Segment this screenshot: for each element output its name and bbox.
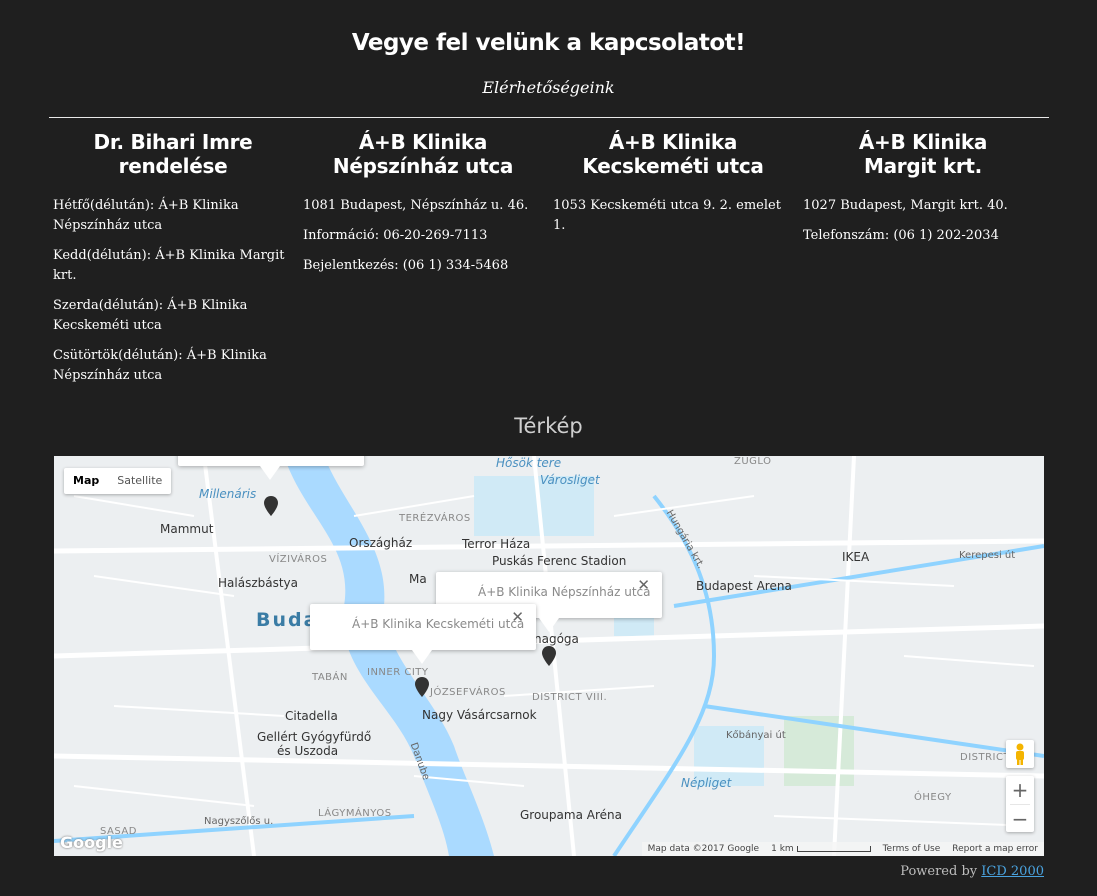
column-dr-bihari: Dr. Bihari Imre rendelése Hétfő(délután):… xyxy=(53,130,293,396)
map-type-map-button[interactable]: Map xyxy=(64,468,108,494)
address-line: 1081 Budapest, Népszínház u. 46. xyxy=(303,198,529,213)
map-label: Millenáris xyxy=(199,487,257,501)
map-label: Halászbástya xyxy=(218,576,298,590)
google-logo[interactable]: Google xyxy=(60,833,123,852)
map-label: LÁGYMÁNYOS xyxy=(318,808,392,819)
schedule-line: Kedd(délután): Á+B Klinika Margit krt. xyxy=(53,248,285,283)
powered-by-text: Powered by xyxy=(900,864,978,879)
divider xyxy=(49,117,1049,118)
zoom-out-button[interactable]: − xyxy=(1006,805,1034,833)
map-label: DISTRICT VIII. xyxy=(532,692,608,703)
map-label: Hősök tere xyxy=(496,456,562,470)
map-label: Budapest Arena xyxy=(696,579,792,593)
map-type-satellite-button[interactable]: Satellite xyxy=(108,468,171,494)
phone-line: Telefonszám: (06 1) 202-2034 xyxy=(803,228,999,243)
map-label: Kerepesi út xyxy=(959,550,1016,561)
address-line: 1027 Budapest, Margit krt. 40. xyxy=(803,198,1008,213)
info-window-text: Á+B Klinika Kecskeméti utca xyxy=(352,617,525,631)
zoom-control: + − xyxy=(1006,776,1034,832)
street-view-pegman-icon[interactable] xyxy=(1006,740,1034,768)
map-label: TERÉZVÁROS xyxy=(399,513,471,524)
map-label: Városliget xyxy=(540,473,600,487)
info-window-text: Á+B Klinika Népszínház utca xyxy=(478,585,651,599)
google-map[interactable]: Map Satellite Millenáris Mammut VÍZIVÁRO… xyxy=(54,456,1044,856)
terms-link[interactable]: Terms of Use xyxy=(883,842,941,856)
map-label: TABÁN xyxy=(312,672,348,683)
column-title: Á+B Klinika Margit krt. xyxy=(858,130,988,178)
map-label: Groupama Aréna xyxy=(520,808,622,822)
map-label: IKEA xyxy=(842,550,870,564)
info-line: Információ: 06-20-269-7113 xyxy=(303,228,488,243)
schedule-line: Szerda(délután): Á+B Klinika Kecskeméti … xyxy=(53,298,248,333)
column-title: Á+B Klinika Kecskeméti utca xyxy=(582,130,764,178)
map-label: Gellért Gyógyfürdő xyxy=(257,730,372,744)
map-label: Citadella xyxy=(285,709,338,723)
booking-line: Bejelentkezés: (06 1) 334-5468 xyxy=(303,258,509,273)
schedule-line: Hétfő(délután): Á+B Klinika Népszínház u… xyxy=(53,198,239,233)
map-label: Puskás Ferenc Stadion xyxy=(492,554,627,568)
close-icon[interactable]: ✕ xyxy=(637,576,650,594)
map-title: Térkép xyxy=(514,414,583,438)
footer: Powered by ICD 2000 xyxy=(900,864,1044,879)
close-icon[interactable]: ✕ xyxy=(511,608,524,626)
page-title: Vegye fel velünk a kapcsolatot! xyxy=(351,30,746,56)
map-label: Népliget xyxy=(681,776,732,790)
map-label: Nagyszőlős u. xyxy=(204,816,274,827)
map-label: Országház xyxy=(349,536,413,550)
map-data-text: Map data ©2017 Google xyxy=(647,844,760,854)
map-label: és Uszoda xyxy=(277,744,339,758)
page-subtitle: Elérhetőségeink xyxy=(482,78,615,97)
map-label: JÓZSEFVÁROS xyxy=(430,687,506,698)
map-label: Kőbányai út xyxy=(726,730,786,741)
map-label: Terror Háza xyxy=(462,537,531,551)
map-label: DISTRICT xyxy=(960,752,1011,763)
column-nepszinhaz: Á+B Klinika Népszínház utca 1081 Budapest… xyxy=(303,130,543,286)
schedule-line: Csütörtök(délután): Á+B Klinika Népszính… xyxy=(53,348,267,383)
map-label: Mammut xyxy=(160,522,214,536)
map-attribution: Map data ©2017 Google 1 km Terms of Use … xyxy=(641,842,1044,856)
map-marker-nepszinhaz[interactable] xyxy=(542,646,556,666)
map-label: nagóga xyxy=(534,632,579,646)
column-title: Á+B Klinika Népszínház utca xyxy=(332,130,514,178)
scale-indicator: 1 km xyxy=(771,842,871,856)
column-kecskemeti: Á+B Klinika Kecskeméti utca 1053 Kecskemé… xyxy=(553,130,793,246)
map-label: ÓHEGY xyxy=(914,792,952,803)
map-marker-kecskemeti[interactable] xyxy=(415,677,429,697)
zoom-in-button[interactable]: + xyxy=(1006,776,1034,804)
report-error-link[interactable]: Report a map error xyxy=(952,842,1038,856)
column-margit: Á+B Klinika Margit krt. 1027 Budapest, Ma… xyxy=(803,130,1043,256)
map-label: Nagy Vásárcsarnok xyxy=(422,708,537,722)
map-label: VÍZIVÁROS xyxy=(269,554,328,565)
map-label: Ma xyxy=(409,572,427,586)
info-window-kecskemeti: Á+B Klinika Kecskeméti utca ✕ xyxy=(310,604,536,664)
address-line: 1053 Kecskeméti utca 9. 2. emelet 1. xyxy=(553,198,781,233)
icd-link[interactable]: ICD 2000 xyxy=(981,864,1044,879)
map-label: ZUGLÓ xyxy=(734,456,772,467)
info-window-margit xyxy=(178,456,364,480)
column-title: Dr. Bihari Imre rendelése xyxy=(93,130,253,178)
map-marker-margit[interactable] xyxy=(264,496,278,516)
map-type-control: Map Satellite xyxy=(64,468,172,494)
